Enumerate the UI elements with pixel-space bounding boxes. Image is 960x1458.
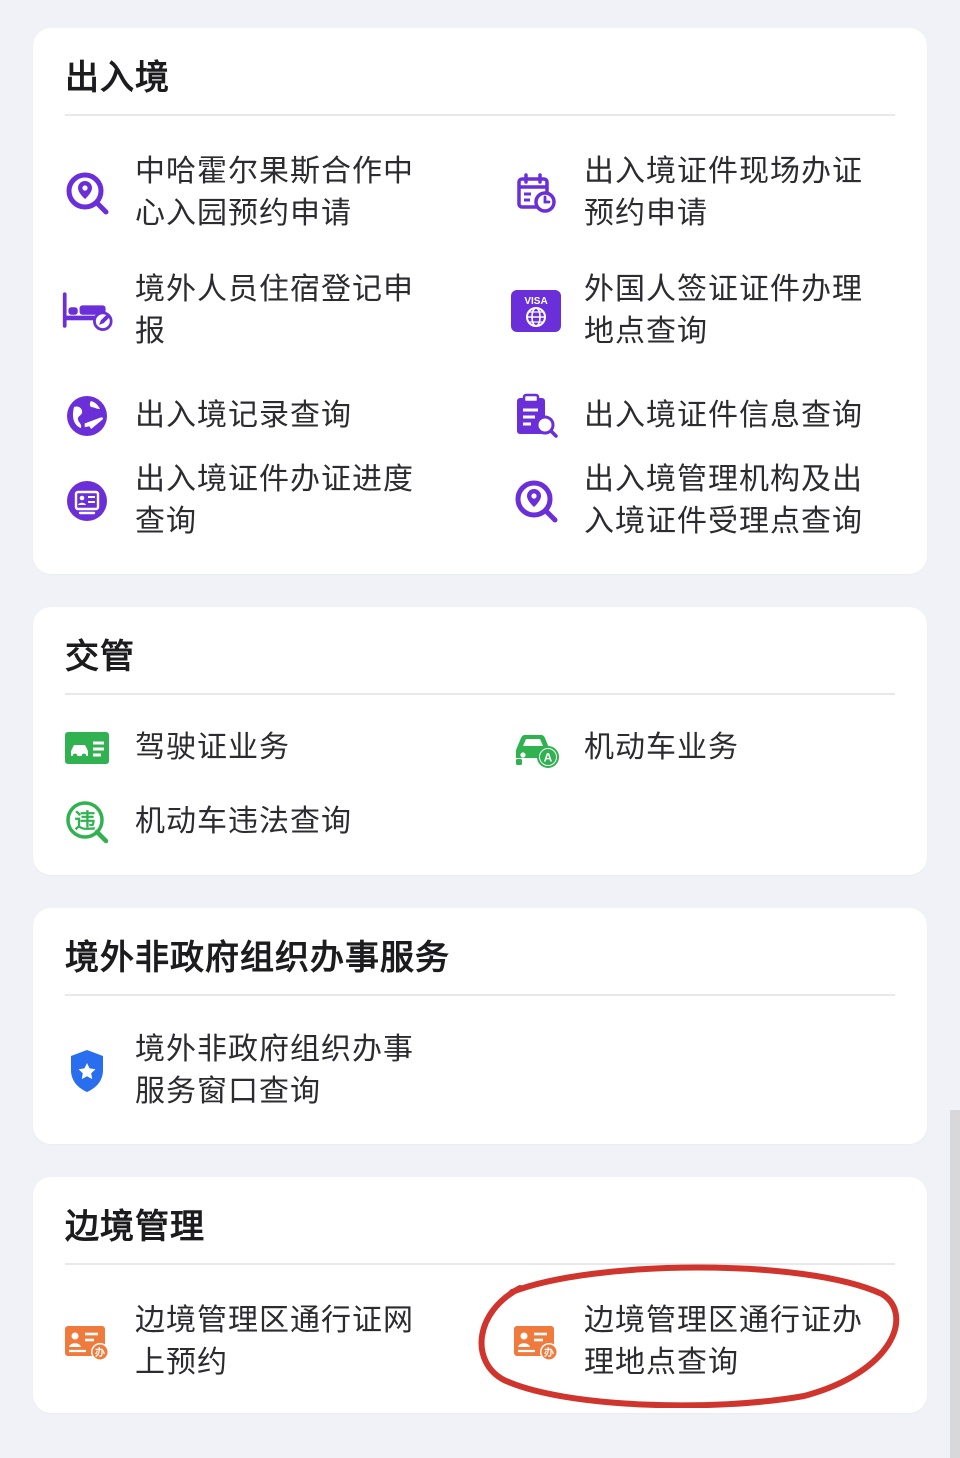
section-divider — [65, 1263, 895, 1265]
service-item-label: 边境管理区通行证办理地点查询 — [584, 1303, 863, 1380]
service-item-agency-location[interactable]: 出入境管理机构及出入境证件受理点查询 — [510, 458, 910, 544]
service-item-label: 驾驶证业务 — [135, 730, 290, 765]
service-item-border-pass-location[interactable]: 办 边境管理区通行证办理地点查询 — [510, 1299, 910, 1385]
car-a-icon: A — [510, 722, 562, 774]
service-item-label: 机动车业务 — [584, 730, 739, 765]
pass-icon-char: 办 — [544, 1346, 554, 1359]
service-item-label: 境外非政府组织办事服务窗口查询 — [135, 1032, 414, 1109]
service-item-label: 出入境证件办证进度查询 — [135, 462, 414, 539]
service-item-certificate-info[interactable]: 出入境证件信息查询 — [510, 384, 910, 448]
service-item-label: 出入境管理机构及出入境证件受理点查询 — [584, 462, 863, 539]
violation-icon-char: 违 — [75, 809, 96, 833]
section-card-exit-entry: 出入境 中哈霍尔果斯合作中心入园预约申请 出入境证件现场办证预约申请 境外人员住… — [33, 28, 927, 574]
service-item-label: 出入境记录查询 — [135, 398, 352, 433]
driver-license-icon — [61, 722, 113, 774]
service-item-onsite-appointment[interactable]: 出入境证件现场办证预约申请 — [510, 150, 910, 236]
service-item-ngo-window[interactable]: 境外非政府组织办事服务窗口查询 — [61, 1028, 461, 1114]
section-divider — [65, 114, 895, 116]
section-card-ngo-services: 境外非政府组织办事服务 境外非政府组织办事服务窗口查询 — [33, 908, 927, 1144]
section-title: 交管 — [65, 637, 135, 677]
location-search-icon — [510, 475, 562, 527]
service-item-entry-exit-records[interactable]: 出入境记录查询 — [61, 384, 461, 448]
service-item-horgos-park-appointment[interactable]: 中哈霍尔果斯合作中心入园预约申请 — [61, 150, 461, 236]
section-divider — [65, 994, 895, 996]
service-item-label: 境外人员住宿登记申报 — [135, 272, 414, 349]
section-card-traffic: 交管 驾驶证业务 A 机动车业务 违 机动车违法查询 — [33, 607, 927, 875]
scrollbar-thumb[interactable] — [950, 1110, 960, 1458]
shield-star-icon — [61, 1045, 113, 1097]
section-title: 边境管理 — [65, 1207, 205, 1247]
service-item-label: 出入境证件信息查询 — [584, 398, 863, 433]
service-item-accommodation-registration[interactable]: 境外人员住宿登记申报 — [61, 268, 461, 354]
svg-text:A: A — [544, 751, 553, 765]
service-item-label: 中哈霍尔果斯合作中心入园预约申请 — [135, 154, 414, 231]
service-item-border-pass-online-booking[interactable]: 办 边境管理区通行证网上预约 — [61, 1299, 461, 1385]
section-title: 境外非政府组织办事服务 — [65, 938, 450, 978]
service-item-label: 机动车违法查询 — [135, 804, 352, 839]
section-divider — [65, 693, 895, 695]
svg-text:VISA: VISA — [524, 296, 547, 307]
service-item-processing-progress[interactable]: 出入境证件办证进度查询 — [61, 458, 461, 544]
violation-search-icon: 违 — [61, 796, 113, 848]
id-card-progress-icon — [61, 475, 113, 527]
location-search-icon — [61, 167, 113, 219]
visa-globe-icon: VISA — [510, 285, 562, 337]
section-card-border-management: 边境管理 办 边境管理区通行证网上预约 办 边境管理区通行证办理地点查询 — [33, 1177, 927, 1413]
globe-plane-icon — [61, 390, 113, 442]
service-item-vehicle[interactable]: A 机动车业务 — [510, 719, 910, 777]
calendar-clock-icon — [510, 167, 562, 219]
pass-card-icon: 办 — [61, 1316, 113, 1368]
pass-icon-char: 办 — [95, 1346, 105, 1359]
clipboard-search-icon — [510, 390, 562, 442]
bed-edit-icon — [61, 285, 113, 337]
service-item-label: 出入境证件现场办证预约申请 — [584, 154, 863, 231]
service-item-driver-license[interactable]: 驾驶证业务 — [61, 719, 461, 777]
service-item-vehicle-violation[interactable]: 违 机动车违法查询 — [61, 793, 461, 851]
service-item-label: 外国人签证证件办理地点查询 — [584, 272, 863, 349]
section-title: 出入境 — [65, 58, 170, 98]
service-item-label: 边境管理区通行证网上预约 — [135, 1303, 414, 1380]
service-item-visa-location[interactable]: VISA 外国人签证证件办理地点查询 — [510, 268, 910, 354]
pass-card-icon: 办 — [510, 1316, 562, 1368]
